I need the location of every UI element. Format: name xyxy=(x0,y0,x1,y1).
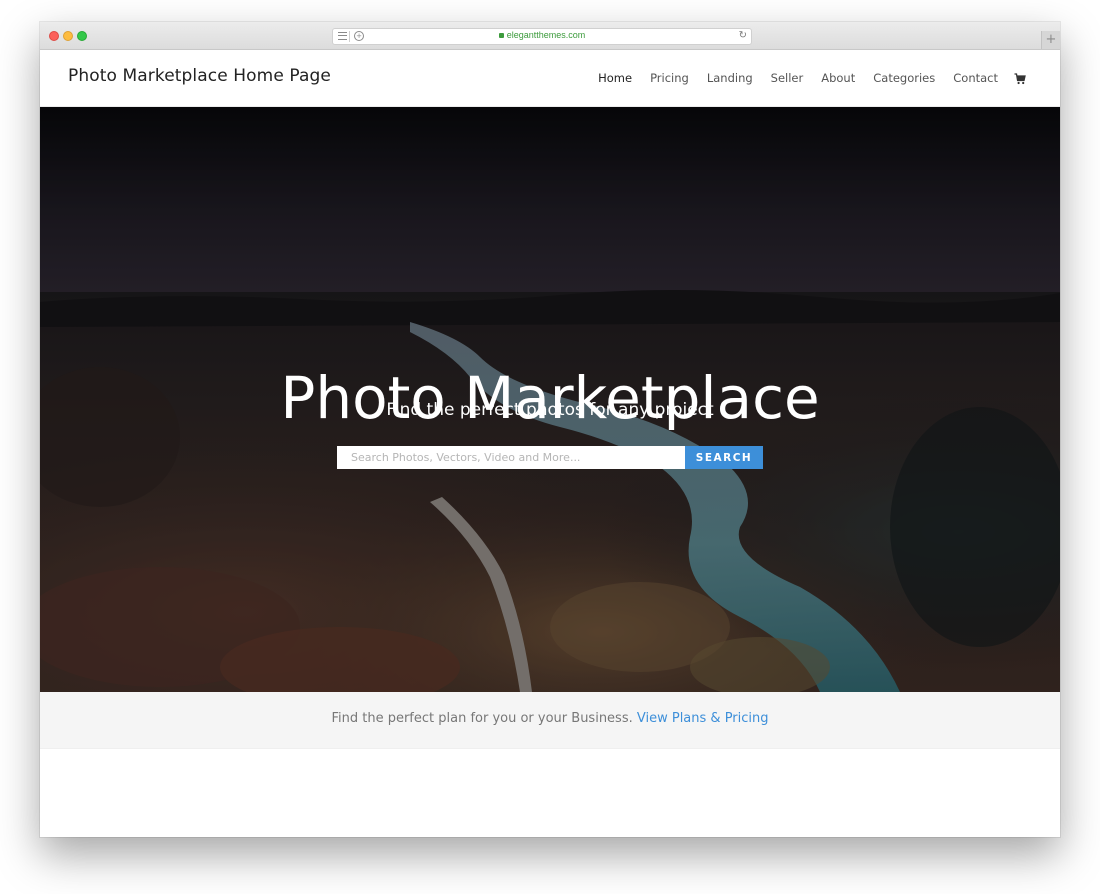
site-header: Photo Marketplace Home Page Home Pricing… xyxy=(40,50,1060,107)
hero-subtitle: Find the perfect photos for any project xyxy=(386,400,714,420)
nav-item-categories[interactable]: Categories xyxy=(873,71,935,85)
plans-banner: Find the perfect plan for you or your Bu… xyxy=(40,692,1060,749)
nav-item-contact[interactable]: Contact xyxy=(953,71,998,85)
site-logo[interactable]: Photo Marketplace Home Page xyxy=(68,66,331,86)
main-nav: Home Pricing Landing Seller About Catego… xyxy=(580,71,1026,85)
plans-text-line: Find the perfect plan for you or your Bu… xyxy=(40,711,1060,726)
view-plans-link[interactable]: View Plans & Pricing xyxy=(637,711,769,726)
page-content-area xyxy=(40,749,1060,837)
hero-title: Photo Marketplace xyxy=(280,363,820,432)
nav-item-home[interactable]: Home xyxy=(598,71,632,85)
nav-item-about[interactable]: About xyxy=(821,71,855,85)
search-button[interactable]: SEARCH xyxy=(685,446,763,469)
browser-window: + elegantthemes.com ↻ + Photo Marketplac… xyxy=(40,22,1060,837)
nav-item-pricing[interactable]: Pricing xyxy=(650,71,689,85)
hero-search-form: SEARCH xyxy=(337,446,763,469)
lock-icon xyxy=(498,33,504,38)
nav-item-landing[interactable]: Landing xyxy=(707,71,753,85)
search-input[interactable] xyxy=(337,446,685,469)
url-text: elegantthemes.com xyxy=(506,30,586,40)
zoom-window-button[interactable] xyxy=(77,31,87,41)
address-bar[interactable]: + elegantthemes.com ↻ xyxy=(332,28,752,45)
close-window-button[interactable] xyxy=(49,31,59,41)
minimize-window-button[interactable] xyxy=(63,31,73,41)
url-display[interactable]: elegantthemes.com xyxy=(333,30,751,40)
hero-section: Photo Marketplace Find the perfect photo… xyxy=(40,107,1060,692)
reload-icon[interactable]: ↻ xyxy=(739,30,747,41)
shopping-cart-icon[interactable] xyxy=(1014,73,1026,85)
plans-text: Find the perfect plan for you or your Bu… xyxy=(331,711,633,726)
browser-titlebar: + elegantthemes.com ↻ + xyxy=(40,22,1060,50)
nav-item-seller[interactable]: Seller xyxy=(771,71,804,85)
new-tab-button[interactable]: + xyxy=(1041,31,1060,49)
